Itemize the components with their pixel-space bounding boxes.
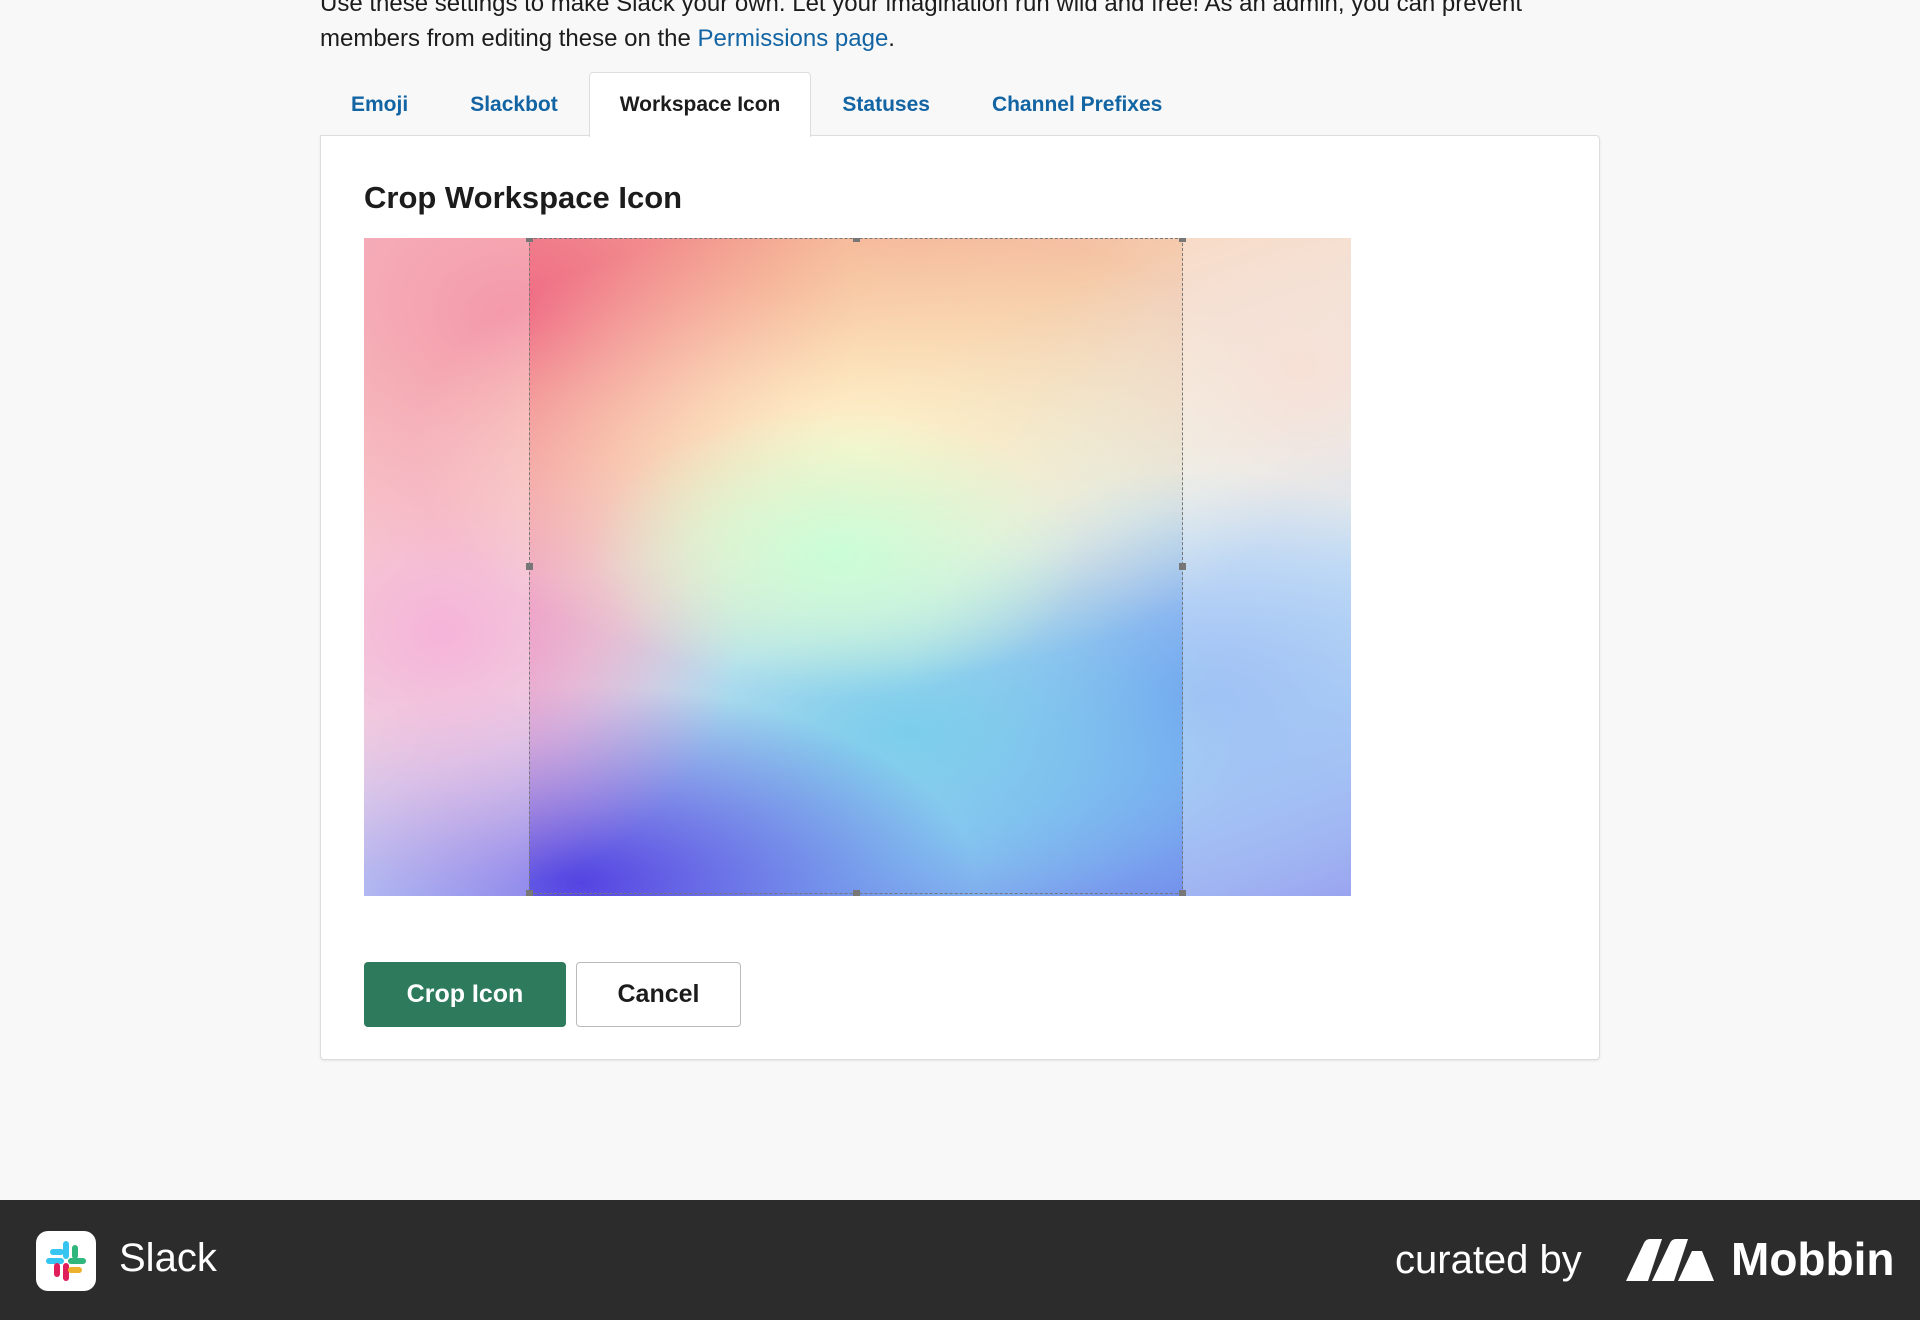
tab-slackbot[interactable]: Slackbot xyxy=(439,72,589,136)
crop-shade-left xyxy=(364,238,529,896)
curated-by-text: curated by xyxy=(1395,1238,1582,1282)
crop-handle-top[interactable] xyxy=(853,238,860,242)
settings-tabs: Emoji Slackbot Workspace Icon Statuses C… xyxy=(320,72,1193,137)
crop-shade-right xyxy=(1183,238,1351,896)
intro-text: Use these settings to make Slack your ow… xyxy=(320,0,1620,56)
mobbin-logo-icon xyxy=(1626,1239,1714,1281)
tab-channel-prefixes[interactable]: Channel Prefixes xyxy=(961,72,1193,136)
panel-title: Crop Workspace Icon xyxy=(364,180,683,215)
footer-bar: Slack curated by Mobbin xyxy=(0,1200,1920,1320)
crop-handle-top-left[interactable] xyxy=(526,238,533,242)
slack-logo-icon xyxy=(36,1231,96,1291)
mobbin-brand-name: Mobbin xyxy=(1731,1233,1895,1285)
crop-handle-left[interactable] xyxy=(526,563,533,570)
crop-handle-bottom-left[interactable] xyxy=(526,890,533,896)
crop-image-area[interactable] xyxy=(364,238,1351,896)
crop-handle-bottom-right[interactable] xyxy=(1179,890,1186,896)
permissions-page-link[interactable]: Permissions page xyxy=(698,25,889,52)
crop-icon-button[interactable]: Crop Icon xyxy=(364,962,566,1027)
tab-emoji[interactable]: Emoji xyxy=(320,72,439,136)
crop-handle-bottom[interactable] xyxy=(853,890,860,896)
crop-handle-right[interactable] xyxy=(1179,563,1186,570)
tab-workspace-icon[interactable]: Workspace Icon xyxy=(588,72,812,137)
cancel-button[interactable]: Cancel xyxy=(576,962,741,1027)
intro-text-after: . xyxy=(888,25,895,52)
intro-text-before: Use these settings to make Slack your ow… xyxy=(320,0,1522,52)
app-name: Slack xyxy=(119,1236,217,1280)
crop-selection-box[interactable] xyxy=(526,238,1186,896)
tab-statuses[interactable]: Statuses xyxy=(811,72,961,136)
workspace-icon-panel: Crop Workspace Icon Crop Icon Cancel xyxy=(320,135,1600,1060)
crop-handle-top-right[interactable] xyxy=(1179,238,1186,242)
